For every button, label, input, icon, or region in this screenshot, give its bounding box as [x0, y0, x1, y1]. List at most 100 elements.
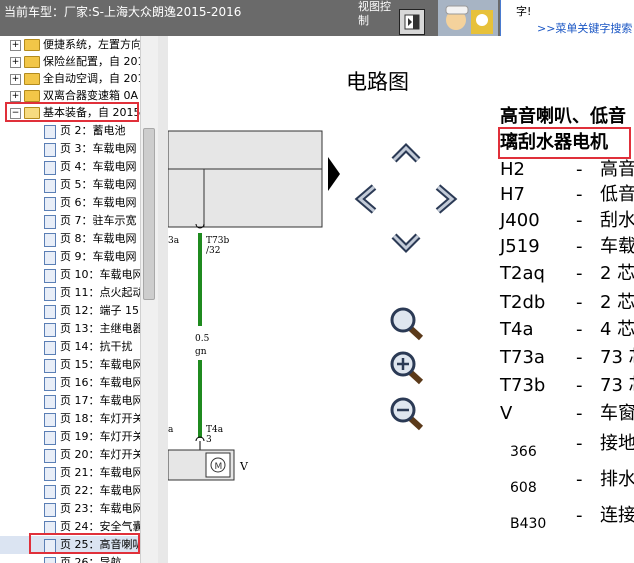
page-icon [44, 323, 56, 337]
expand-icon[interactable]: + [10, 40, 21, 51]
page-icon [44, 413, 56, 427]
tree-page-label: 页 5：车载电网 [60, 178, 137, 191]
chevron-left-icon [354, 184, 377, 214]
page-icon [44, 305, 56, 319]
tree-page-item[interactable]: 页 7：驻车示宽 [0, 212, 140, 230]
zoom-in-button[interactable] [388, 350, 426, 386]
legend-dash: - [576, 403, 583, 424]
tree-folder-row[interactable]: + 保险丝配置，自 201 [0, 53, 145, 71]
tree-page-item[interactable]: 页 19：车灯开关 [0, 428, 144, 446]
highlight-legend-title [498, 127, 631, 159]
legend-desc: 刮水 [600, 210, 634, 231]
view-control-button[interactable] [399, 9, 425, 35]
tree-page-item[interactable]: 页 14：抗干扰 [0, 338, 140, 356]
expand-icon[interactable]: + [10, 91, 21, 102]
nav-down-button[interactable] [390, 230, 422, 256]
tree-page-item[interactable]: 页 8：车载电网 [0, 230, 140, 248]
tree-page-item[interactable]: 页 21：车载电网 [0, 464, 144, 482]
tree-page-item[interactable]: 页 18：车灯开关 [0, 410, 144, 428]
chevron-up-icon [391, 143, 421, 163]
tree-page-label: 页 14：抗干扰 [60, 340, 133, 353]
page-icon [44, 179, 56, 193]
toc-scrollbar-thumb[interactable] [143, 128, 155, 300]
tree-page-label: 页 19：车灯开关 [60, 430, 144, 443]
legend-code: J400 [500, 210, 540, 231]
zoom-button[interactable] [388, 306, 426, 342]
legend-code: T2db [500, 292, 546, 313]
tree-page-item[interactable]: 页 17：车载电网 [0, 392, 144, 410]
tree-page-label: 页 20：车灯开关 [60, 448, 144, 461]
tree-page-item[interactable]: 页 11：点火起动 [0, 284, 144, 302]
tree-page-item[interactable]: 页 13：主继电器 [0, 320, 144, 338]
legend-dash: - [576, 292, 583, 313]
toc-scrollbar[interactable] [140, 36, 158, 563]
legend-desc: 连接 [600, 505, 634, 526]
tree-page-item[interactable]: 页 5：车载电网 [0, 176, 140, 194]
connector-label: T73b [206, 236, 229, 246]
tree-page-label: 页 3：车载电网 [60, 142, 137, 155]
tree-page-label: 页 9：车载电网 [60, 250, 137, 263]
tree-folder-label: 便捷系统，左置方向 [43, 38, 142, 51]
nav-right-button[interactable] [432, 183, 460, 215]
wire-color-label: gn [195, 347, 207, 357]
legend-dash: - [576, 347, 583, 368]
tree-page-item[interactable]: 页 10：车载电网 [0, 266, 144, 284]
tree-page-label: 页 26：导航 [60, 556, 122, 563]
tree-page-item[interactable]: 页 16：车载电网 [0, 374, 144, 392]
tree-page-item[interactable]: 页 3：车载电网 [0, 140, 140, 158]
expand-icon[interactable]: + [10, 74, 21, 85]
tree-page-item[interactable]: 页 26：导航 [0, 554, 140, 563]
legend-desc: 73 芯 [600, 347, 634, 368]
legend-desc: 低音 [600, 184, 634, 205]
legend-code: V [500, 403, 513, 424]
circuit-diagram: M 3a T73b /32 0.5 gn a T4a 3 V [168, 36, 498, 563]
wire-label: 3a [168, 236, 180, 246]
expand-icon[interactable]: + [10, 57, 21, 68]
page-icon [44, 449, 56, 463]
tree-page-label: 页 12：端子 15 [60, 304, 139, 317]
page-icon [44, 503, 56, 517]
tree-page-item[interactable]: 页 4：车载电网 [0, 158, 140, 176]
chevron-right-icon [435, 184, 458, 214]
svg-text:M: M [215, 462, 223, 472]
zoom-out-button[interactable] [388, 396, 426, 432]
tree-page-item[interactable]: 页 2：蓄电池 [0, 122, 140, 140]
tree-page-label: 页 22：车载电网 [60, 484, 144, 497]
page-icon [44, 341, 56, 355]
tree-folder-row[interactable]: + 全自动空调，自 201 [0, 70, 145, 88]
highlight-page-25 [29, 533, 140, 554]
folder-icon [24, 39, 40, 51]
splitter[interactable] [158, 36, 168, 563]
tree-page-item[interactable]: 页 15：车载电网 [0, 356, 144, 374]
tree-page-item[interactable]: 页 9：车载电网 [0, 248, 140, 266]
promo-search-link[interactable]: >>菜单关键字搜索 [537, 20, 632, 36]
tree-page-label: 页 11：点火起动 [60, 286, 144, 299]
page-icon [44, 377, 56, 391]
page-icon [44, 467, 56, 481]
tree-page-item[interactable]: 页 20：车灯开关 [0, 446, 144, 464]
tree-page-item[interactable]: 页 22：车载电网 [0, 482, 144, 500]
legend-desc: 接地 [600, 433, 634, 454]
tree-folder-row[interactable]: + 便捷系统，左置方向 [0, 36, 142, 54]
page-icon [44, 215, 56, 229]
tree-page-item[interactable]: 页 23：车载电网 [0, 500, 144, 518]
page-icon [44, 143, 56, 157]
legend-code: H7 [500, 184, 525, 205]
promo-text: 字! [516, 5, 532, 18]
nav-up-button[interactable] [390, 140, 422, 166]
tree-page-item[interactable]: 页 6：车载电网 [0, 194, 140, 212]
page-icon [44, 287, 56, 301]
nav-left-button[interactable] [352, 183, 380, 215]
tree-page-label: 页 17：车载电网 [60, 394, 144, 407]
page-icon [44, 269, 56, 283]
toc-tree: + 便捷系统，左置方向 + 保险丝配置，自 201 + 全自动空调，自 201 … [0, 36, 158, 563]
page-icon [44, 161, 56, 175]
page-icon [44, 359, 56, 373]
wire-label: a [168, 425, 174, 435]
page-icon [44, 485, 56, 499]
panel-toggle-icon [404, 14, 420, 30]
page-icon [44, 431, 56, 445]
tree-page-label: 页 21：车载电网 [60, 466, 144, 479]
tree-page-item[interactable]: 页 12：端子 15 [0, 302, 140, 320]
zoom-out-icon [390, 397, 424, 431]
